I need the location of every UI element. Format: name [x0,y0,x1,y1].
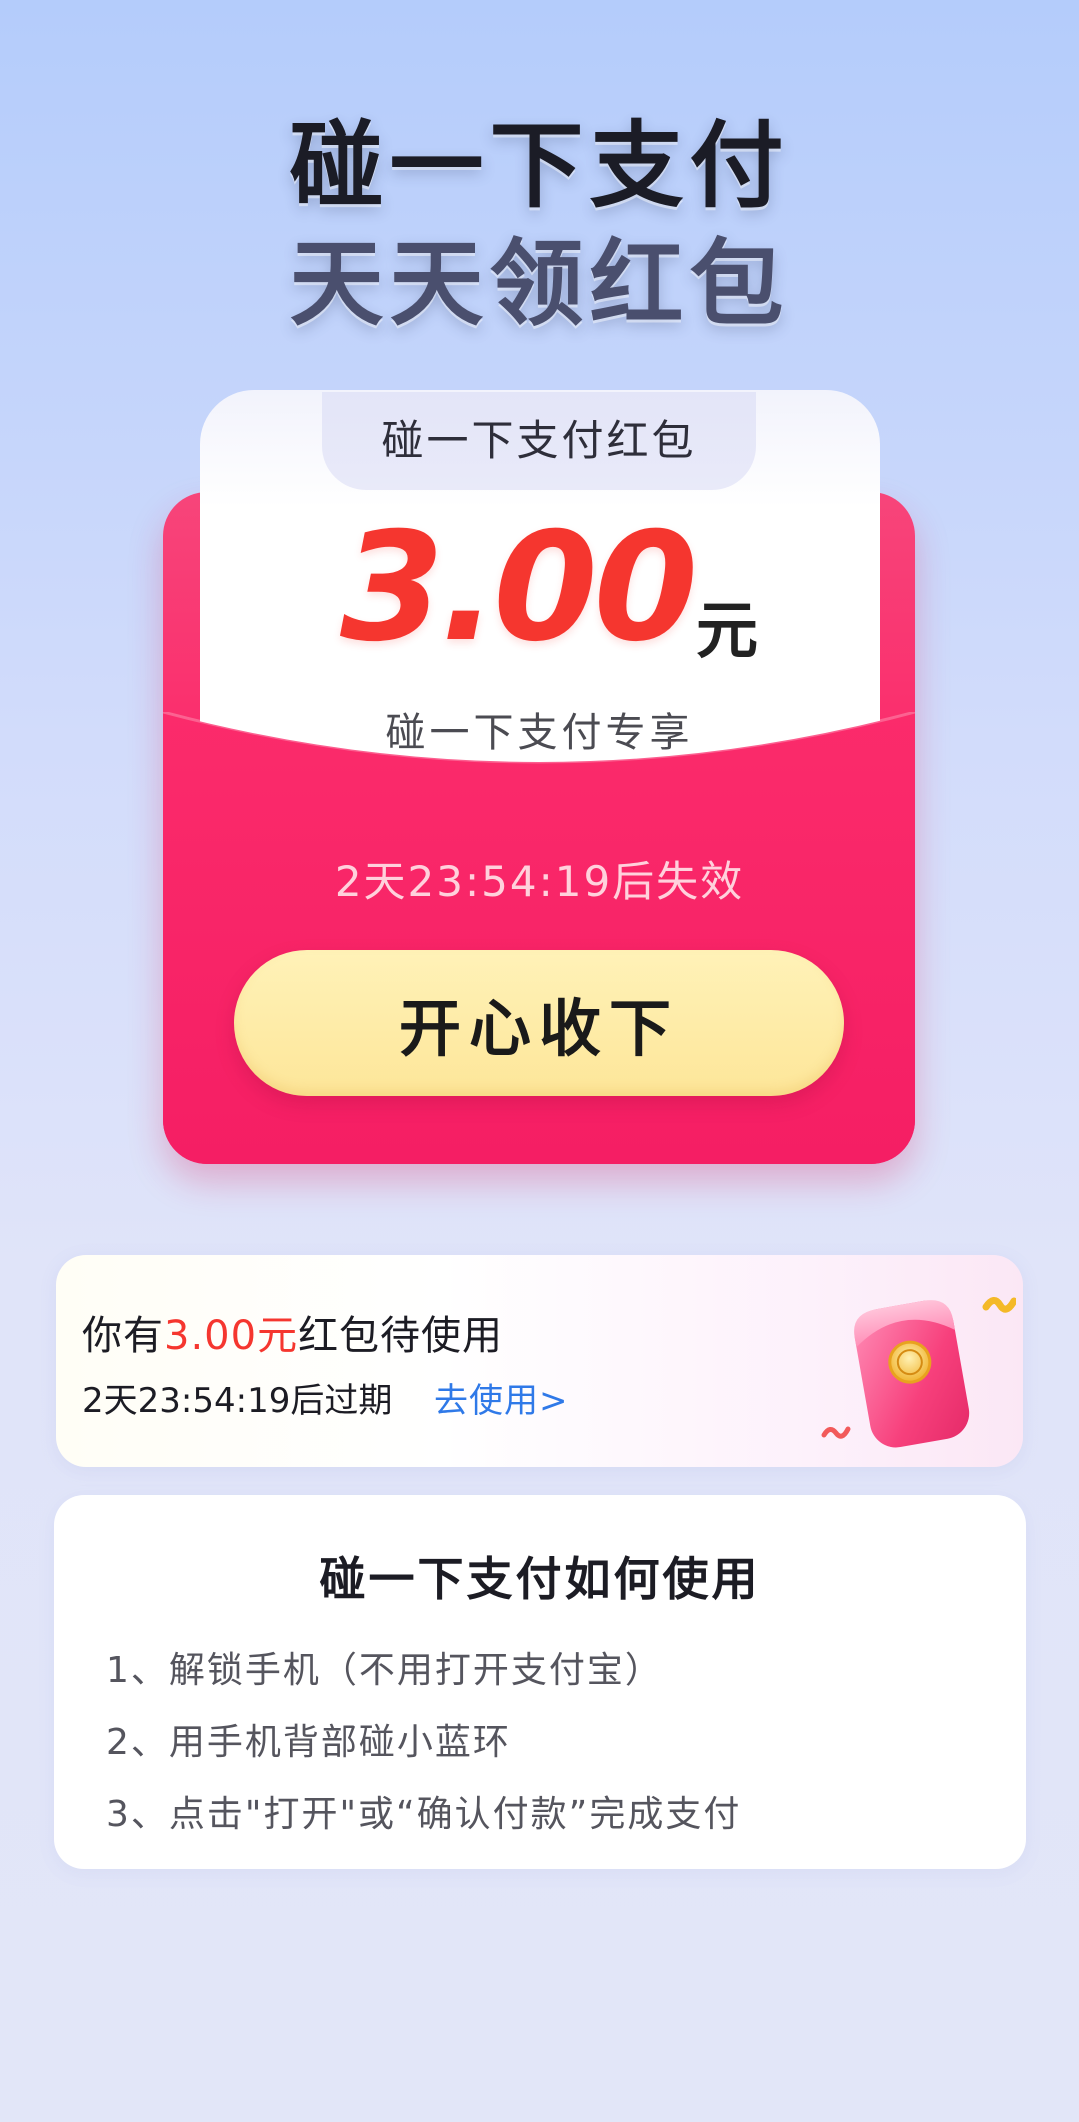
howto-steps: 1、解锁手机（不用打开支付宝） 2、用手机背部碰小蓝环 3、点击"打开"或“确认… [106,1635,741,1851]
accept-red-packet-button[interactable]: 开心收下 [234,950,844,1096]
balance-amount: 3.00元 [164,1313,299,1359]
headline-line1: 碰一下支付 [289,112,790,221]
howto-step: 2、用手机背部碰小蓝环 [106,1722,511,1763]
flap-shape [163,712,915,1164]
balance-card: 你有3.00元红包待使用 2天23:54:19后过期 去使用> [56,1255,1023,1467]
red-packet-unit: 元 [696,594,759,667]
red-packet-flap [163,712,915,1164]
balance-text: 你有3.00元红包待使用 [82,1303,503,1361]
howto-step: 3、点击"打开"或“确认付款”完成支付 [106,1794,742,1835]
balance-expire-text: 2天23:54:19后过期 [82,1381,393,1421]
red-envelope-illustration-icon [821,1297,1016,1448]
headline: 碰一下支付 天天领红包 [0,108,1079,344]
red-packet-tab: 碰一下支付红包 [322,392,756,490]
howto-title: 碰一下支付如何使用 [319,1552,761,1606]
use-now-link[interactable]: 去使用> [434,1373,569,1422]
balance-prefix: 你有 [82,1313,164,1359]
howto-step: 1、解锁手机（不用打开支付宝） [106,1650,663,1691]
headline-line2: 天天领红包 [289,230,790,339]
red-packet-countdown: 2天23:54:19后失效 [334,857,745,906]
howto-card: 碰一下支付如何使用 1、解锁手机（不用打开支付宝） 2、用手机背部碰小蓝环 3、… [54,1495,1026,1869]
balance-suffix: 红包待使用 [298,1313,504,1359]
